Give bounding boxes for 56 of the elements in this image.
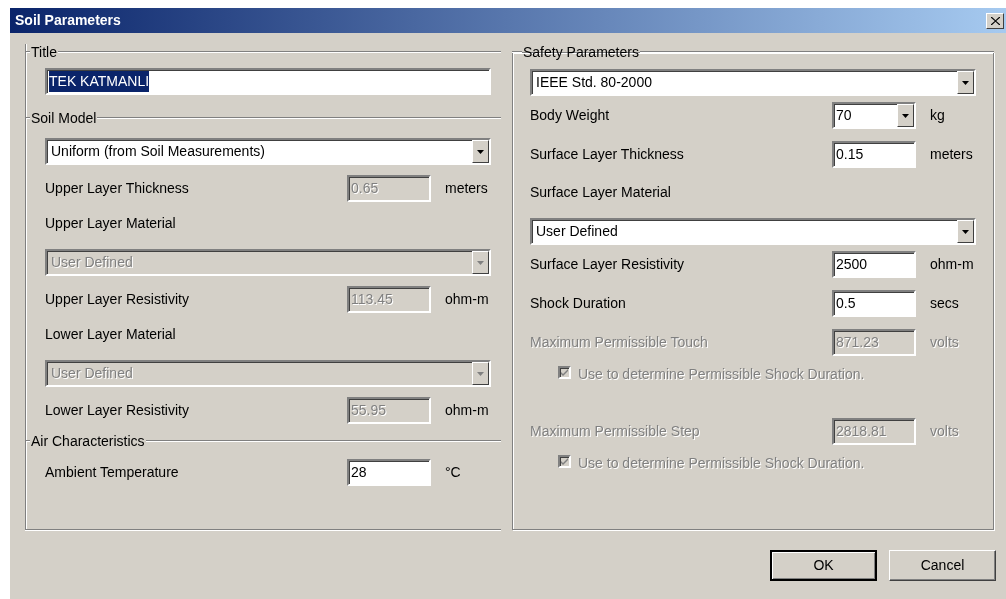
dropdown-arrow-button[interactable]: [472, 140, 489, 163]
number-field[interactable]: 0.15: [832, 141, 916, 168]
unit-label: kg: [929, 106, 946, 125]
unit-label: volts: [929, 333, 960, 352]
dropdown[interactable]: Uniform (from Soil Measurements): [45, 138, 491, 165]
caret-icon: [962, 80, 969, 85]
combo-box[interactable]: 70: [832, 102, 916, 129]
number-field[interactable]: 28: [347, 458, 431, 486]
dropdown[interactable]: IEEE Std. 80-2000: [530, 69, 976, 96]
field-label: Maximum Permissible Step: [530, 422, 701, 441]
field-label: Surface Layer Thickness: [530, 145, 685, 164]
number-field[interactable]: 0.5: [832, 290, 916, 317]
field-label: Body Weight: [530, 106, 611, 125]
dropdown[interactable]: User Defined: [530, 218, 976, 245]
field-label: Ambient Temperature: [45, 462, 180, 482]
field-label: Shock Duration: [530, 294, 627, 313]
dropdown-arrow-button[interactable]: [957, 71, 974, 94]
field-label: Surface Layer Material: [530, 182, 671, 202]
unit-label: ohm-m: [444, 400, 490, 420]
field-label: Upper Layer Resistivity: [45, 289, 190, 309]
field-label: Maximum Permissible Touch: [530, 333, 709, 352]
dropdown-arrow-button[interactable]: [897, 104, 914, 127]
unit-label: °C: [444, 462, 462, 482]
group-legend: Title: [30, 41, 58, 63]
dialog-button[interactable]: Cancel: [889, 550, 996, 581]
field-label: Upper Layer Thickness: [45, 178, 190, 198]
caret-icon: [477, 371, 484, 376]
unit-label: meters: [929, 145, 974, 164]
unit-label: ohm-m: [929, 255, 975, 274]
number-field[interactable]: 2500: [832, 251, 916, 278]
checkmark-icon: [560, 457, 569, 466]
field-label: Lower Layer Resistivity: [45, 400, 190, 420]
title-value: TEK KATMANLI: [49, 71, 150, 92]
title-input[interactable]: TEK KATMANLI: [45, 68, 491, 95]
close-icon: [990, 16, 1000, 25]
field-label: Lower Layer Material: [45, 324, 176, 344]
checkbox-label: Use to determine Permissible Shock Duration.: [578, 454, 865, 473]
field-label: Surface Layer Resistivity: [530, 255, 686, 274]
unit-label: ohm-m: [444, 289, 490, 309]
caret-icon: [477, 149, 484, 154]
checkmark-icon: [560, 368, 569, 377]
window-title: Soil Parameters: [15, 11, 121, 30]
dropdown-arrow-button[interactable]: [957, 220, 974, 243]
dialog-button[interactable]: OK: [770, 550, 877, 581]
checkbox-label: Use to determine Permissible Shock Duration.: [578, 365, 865, 384]
unit-label: volts: [929, 422, 960, 441]
group-legend: Safety Parameters: [522, 41, 640, 63]
unit-label: secs: [929, 294, 960, 313]
group-legend: Air Characteristics: [30, 430, 146, 452]
group-legend: Soil Model: [30, 107, 98, 129]
caret-icon: [962, 229, 969, 234]
caret-icon: [477, 260, 484, 265]
caret-icon: [902, 113, 909, 118]
unit-label: meters: [444, 178, 489, 198]
field-label: Upper Layer Material: [45, 213, 176, 233]
close-button[interactable]: [986, 12, 1004, 29]
